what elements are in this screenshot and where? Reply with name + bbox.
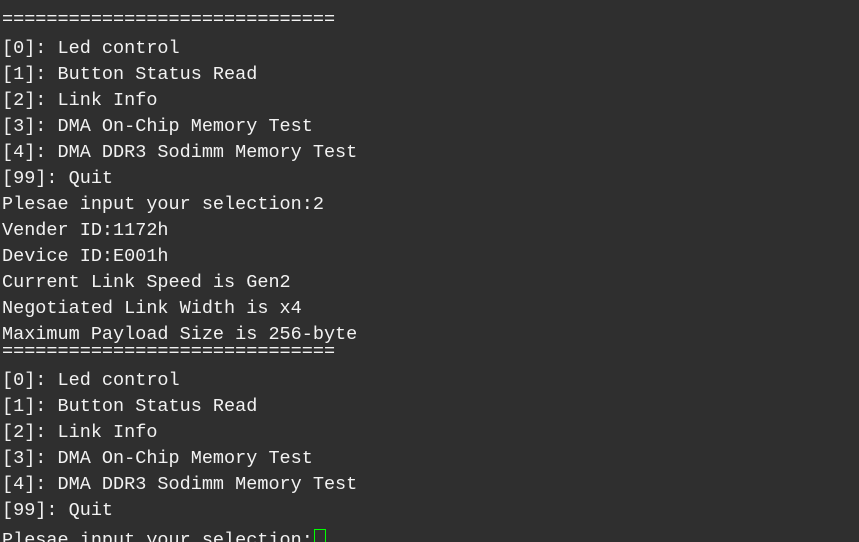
menu-item-link-info: [2]: Link Info <box>2 422 158 443</box>
input-prompt[interactable]: Plesae input your selection: <box>2 524 326 542</box>
menu-item-quit: [99]: Quit <box>2 168 114 189</box>
prompt-text: Plesae input your selection: <box>2 530 313 542</box>
menu-item-led-control: [0]: Led control <box>2 38 180 59</box>
separator-line: ============================== <box>2 9 336 30</box>
link-width-output: Negotiated Link Width is x4 <box>2 298 302 319</box>
vendor-id-output: Vender ID:1172h <box>2 220 169 241</box>
menu-item-led-control: [0]: Led control <box>2 370 180 391</box>
menu-item-button-status-read: [1]: Button Status Read <box>2 64 258 85</box>
terminal-window[interactable]: ============================== [0]: Led … <box>0 0 859 542</box>
device-id-output: Device ID:E001h <box>2 246 169 267</box>
menu-item-dma-ddr3-sodimm-memory-test: [4]: DMA DDR3 Sodimm Memory Test <box>2 142 358 163</box>
menu-item-dma-on-chip-memory-test: [3]: DMA On-Chip Memory Test <box>2 116 313 137</box>
link-speed-output: Current Link Speed is Gen2 <box>2 272 291 293</box>
separator-line: ============================== <box>2 341 336 362</box>
text-cursor[interactable] <box>313 529 326 542</box>
menu-item-quit: [99]: Quit <box>2 500 114 521</box>
menu-item-dma-on-chip-memory-test: [3]: DMA On-Chip Memory Test <box>2 448 313 469</box>
menu-item-dma-ddr3-sodimm-memory-test: [4]: DMA DDR3 Sodimm Memory Test <box>2 474 358 495</box>
menu-item-button-status-read: [1]: Button Status Read <box>2 396 258 417</box>
menu-item-link-info: [2]: Link Info <box>2 90 158 111</box>
selection-prompt-answered: Plesae input your selection:2 <box>2 194 324 215</box>
